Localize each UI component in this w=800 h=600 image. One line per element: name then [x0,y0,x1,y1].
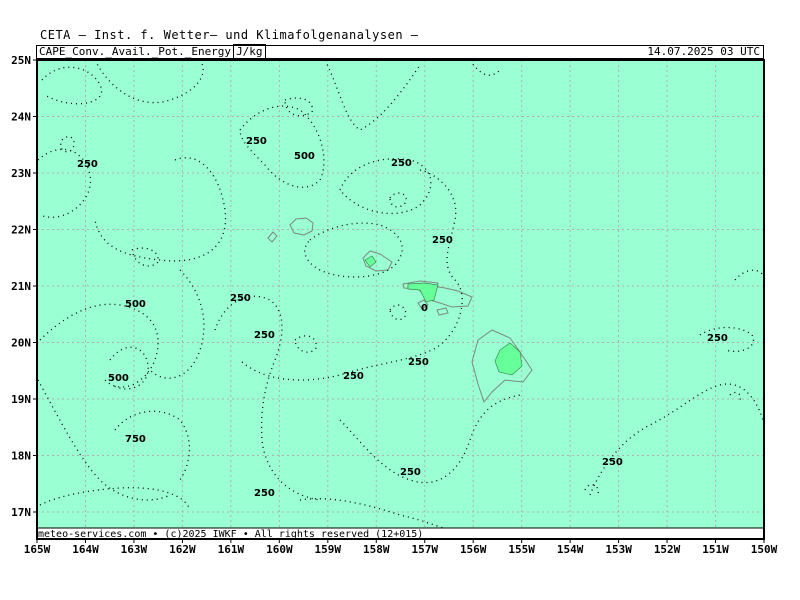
lon-tick-label: 161W [218,543,245,556]
contour-label: 250 [230,293,251,304]
map-background [37,60,764,528]
lat-tick-label: 18N [11,450,31,463]
contour-label: 500 [125,299,146,310]
contour-label: 250 [400,467,421,478]
lon-tick-label: 163W [121,543,148,556]
contour-label: 250 [432,235,453,246]
lat-tick-label: 20N [11,337,31,350]
lon-tick-label: 159W [315,543,342,556]
lon-tick-label: 152W [654,543,681,556]
lon-tick-label: 157W [411,543,438,556]
lon-tick-label: 162W [169,543,196,556]
contour-label: 250 [707,333,728,344]
lon-tick-label: 153W [605,543,632,556]
contour-label: 250 [408,357,429,368]
lon-tick-label: 165W [24,543,51,556]
lat-tick-label: 22N [11,224,31,237]
lon-tick-label: 160W [266,543,293,556]
contour-label: 250 [343,371,364,382]
contour-label: 0 [421,303,428,314]
lat-tick-label: 23N [11,167,31,180]
lat-tick-label: 21N [11,280,31,293]
contour-label: 250 [254,330,275,341]
lon-tick-label: 151W [702,543,729,556]
contour-label: 750 [125,434,146,445]
longitude-labels: 165W 164W 163W 162W 161W 160W 159W 158W 157W 156W… [24,539,778,556]
contour-label: 500 [108,373,129,384]
lon-tick-label: 164W [72,543,99,556]
latitude-labels: 25N 24N 23N 22N 21N 20N 19N 18N 17N [11,54,37,519]
contour-label: 250 [246,136,267,147]
lon-tick-label: 156W [460,543,487,556]
lon-tick-label: 155W [508,543,535,556]
lon-tick-label: 158W [363,543,390,556]
footer-credit: meteo-services.com • (c)2025 IWKF • All … [38,529,424,540]
contour-label: 250 [77,159,98,170]
contour-label: 250 [391,158,412,169]
lat-tick-label: 19N [11,393,31,406]
lat-tick-label: 24N [11,111,31,124]
map-canvas: 250 250 500 250 250 500 250 250 0 250 50… [11,54,778,556]
contour-label: 250 [602,457,623,468]
contour-label: 250 [254,488,275,499]
contour-label: 500 [294,151,315,162]
lon-tick-label: 154W [557,543,584,556]
lon-tick-label: 150W [751,543,778,556]
lat-tick-label: 25N [11,54,31,67]
lat-tick-label: 17N [11,506,31,519]
